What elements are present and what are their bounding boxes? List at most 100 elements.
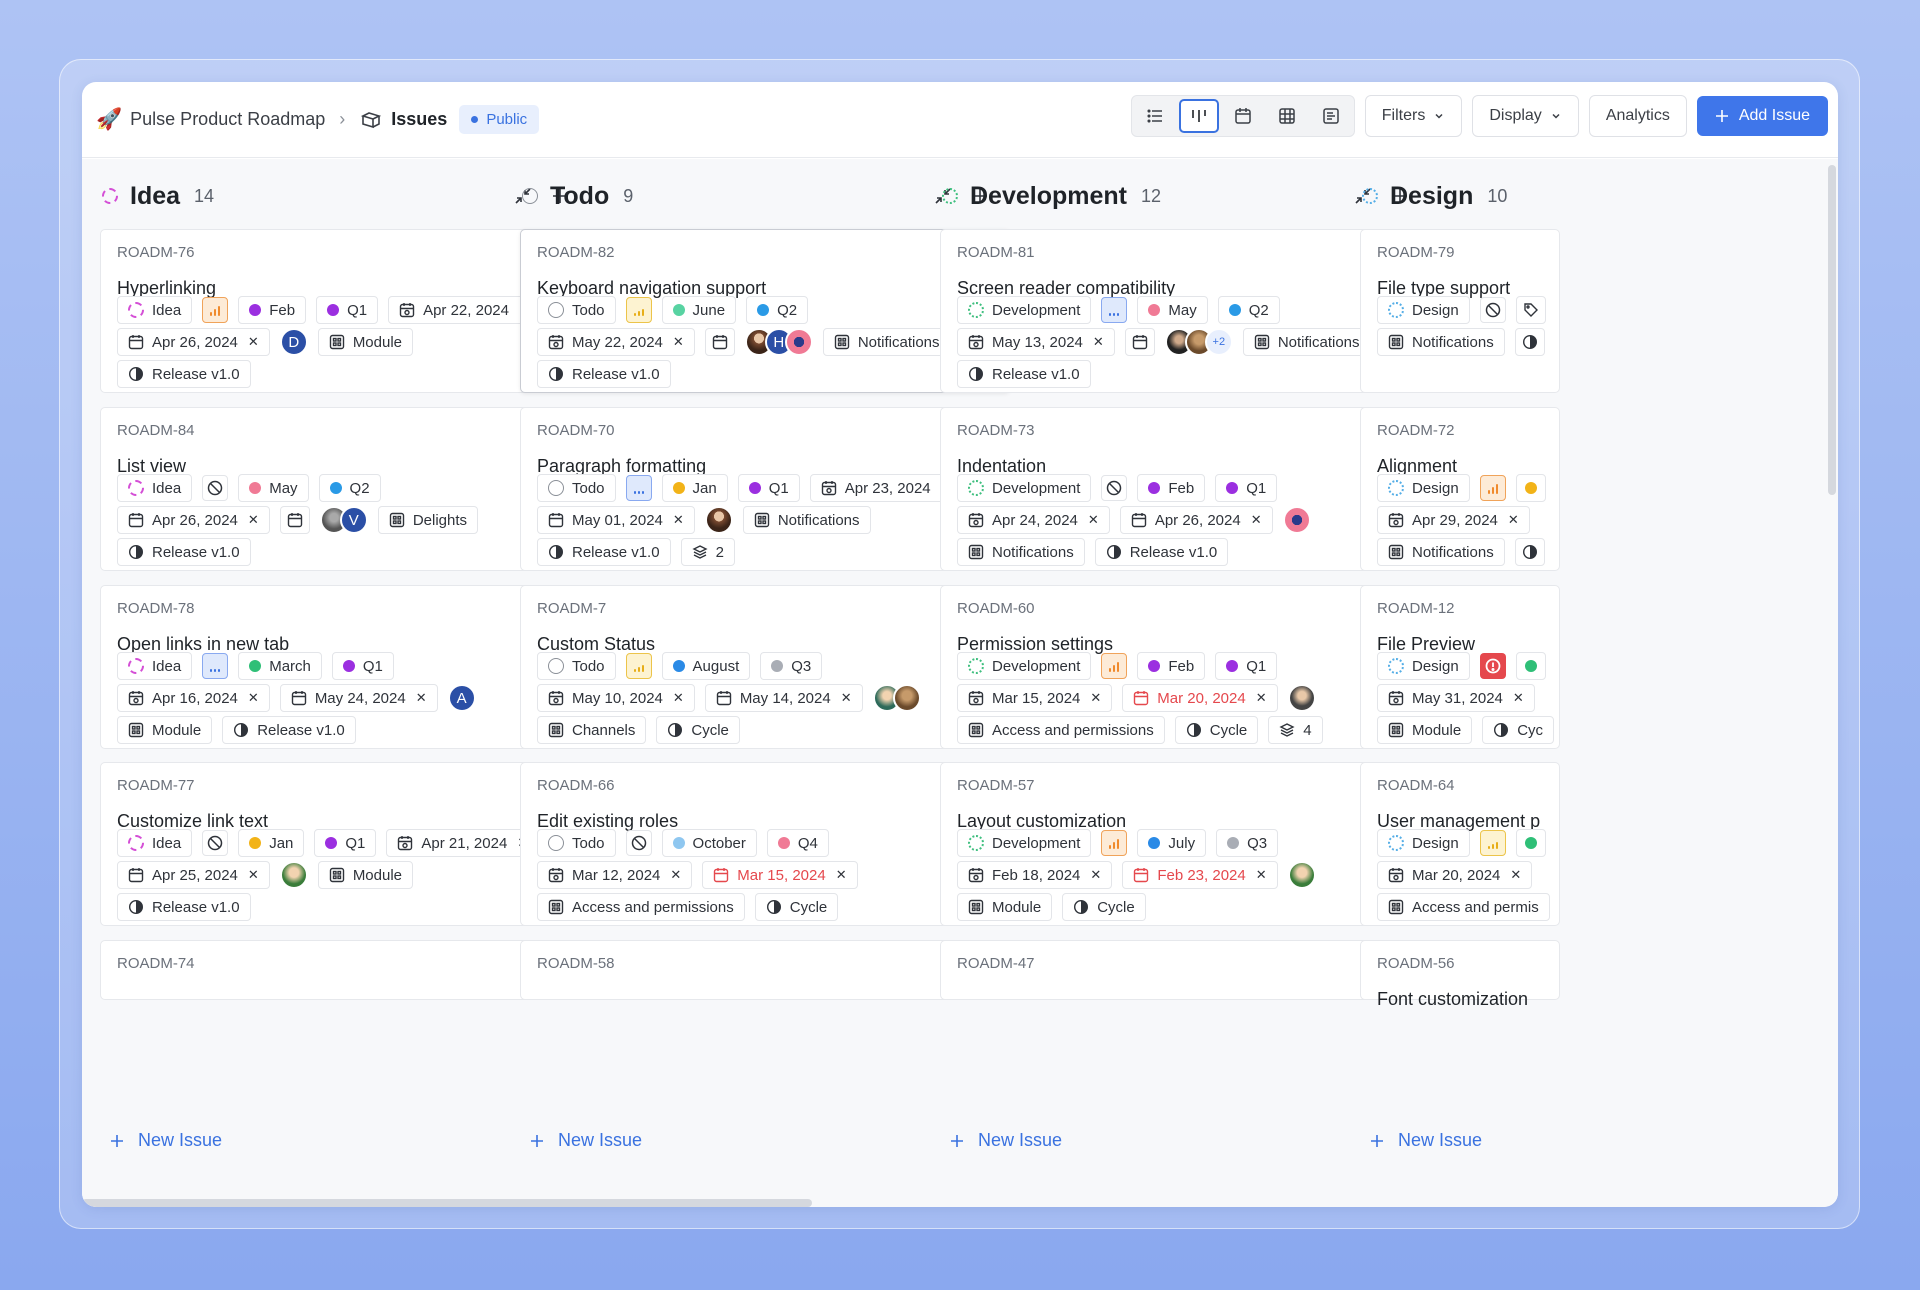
assignees[interactable]: [1287, 861, 1316, 889]
start-date-pill[interactable]: Apr 16, 2024 ✕: [117, 684, 270, 712]
label-pill[interactable]: [1515, 474, 1546, 502]
assignees[interactable]: [704, 506, 733, 534]
quarter-pill[interactable]: Q1: [316, 296, 379, 324]
label-pill[interactable]: Feb: [1137, 652, 1206, 680]
cycle-pill[interactable]: Release v1.0: [537, 360, 671, 388]
state-pill[interactable]: Design: [1377, 829, 1470, 857]
clear-icon[interactable]: ✕: [248, 334, 259, 350]
module-pill[interactable]: Access and permissions: [957, 716, 1165, 744]
start-date-pill[interactable]: Mar 15, 2024 ✕: [957, 684, 1113, 712]
state-pill[interactable]: Development: [957, 652, 1092, 680]
state-pill[interactable]: Todo: [537, 474, 616, 502]
display-button[interactable]: Display: [1472, 95, 1579, 137]
due-date-empty-pill[interactable]: [279, 506, 310, 534]
due-date-pill[interactable]: May 01, 2024 ✕: [537, 506, 695, 534]
add-issue-button[interactable]: Add Issue: [1696, 96, 1828, 136]
quarter-pill[interactable]: Q2: [1217, 296, 1280, 324]
state-pill[interactable]: Development: [957, 829, 1092, 857]
quarter-pill[interactable]: Q1: [737, 474, 800, 502]
cycle-pill[interactable]: [1514, 538, 1545, 566]
start-date-pill[interactable]: Feb 18, 2024 ✕: [957, 861, 1113, 889]
clear-icon[interactable]: ✕: [1088, 512, 1099, 528]
assignees[interactable]: A: [447, 684, 476, 712]
start-date-pill[interactable]: May 13, 2024 ✕: [957, 328, 1115, 356]
issue-card[interactable]: ROADM-12 File Preview Design May 31, 2024 ✕ M…: [1360, 585, 1560, 749]
clear-icon[interactable]: ✕: [1090, 690, 1101, 706]
label-pill[interactable]: May: [238, 474, 309, 502]
state-pill[interactable]: Todo: [537, 652, 616, 680]
new-issue-button[interactable]: New Issue: [1370, 1130, 1482, 1151]
module-pill[interactable]: Access and permissions: [537, 893, 745, 921]
clear-icon[interactable]: ✕: [836, 867, 847, 883]
label-pill[interactable]: July: [1137, 829, 1207, 857]
start-date-pill[interactable]: May 22, 2024 ✕: [537, 328, 695, 356]
label-pill[interactable]: June: [661, 296, 737, 324]
cycle-pill[interactable]: [1514, 328, 1545, 356]
state-pill[interactable]: Idea: [117, 296, 193, 324]
issue-card[interactable]: ROADM-64 User management p Design Mar 20, 2…: [1360, 762, 1560, 926]
vertical-scrollbar[interactable]: [1828, 165, 1836, 495]
start-date-pill[interactable]: Apr 29, 2024 ✕: [1377, 506, 1530, 534]
state-pill[interactable]: Todo: [537, 829, 616, 857]
clear-icon[interactable]: ✕: [673, 512, 684, 528]
cycle-pill[interactable]: Release v1.0: [1094, 538, 1229, 566]
priority-med-icon[interactable]: [1479, 830, 1506, 856]
clear-icon[interactable]: ✕: [416, 690, 427, 706]
cycle-pill[interactable]: Release v1.0: [537, 538, 671, 566]
visibility-badge[interactable]: Public: [459, 105, 540, 134]
module-pill[interactable]: Notifications: [957, 538, 1085, 566]
start-date-pill[interactable]: May 31, 2024 ✕: [1377, 684, 1535, 712]
quarter-pill[interactable]: Q1: [1215, 474, 1278, 502]
clear-icon[interactable]: ✕: [1510, 867, 1521, 883]
state-pill[interactable]: Design: [1377, 296, 1470, 324]
overdue-date-pill[interactable]: Mar 15, 2024 ✕: [702, 861, 858, 889]
assignees[interactable]: [872, 684, 921, 712]
start-date-pill[interactable]: Mar 20, 2024 ✕: [1377, 861, 1533, 889]
horizontal-scrollbar[interactable]: [82, 1199, 812, 1207]
overdue-date-pill[interactable]: Feb 23, 2024 ✕: [1122, 861, 1278, 889]
label-pill[interactable]: August: [661, 652, 751, 680]
clear-icon[interactable]: ✕: [1508, 512, 1519, 528]
module-pill[interactable]: Notifications: [1377, 538, 1505, 566]
new-issue-button[interactable]: New Issue: [950, 1130, 1062, 1151]
gantt-layout-button[interactable]: [1311, 99, 1351, 133]
state-pill[interactable]: Idea: [117, 829, 193, 857]
due-date-pill[interactable]: May 14, 2024 ✕: [704, 684, 863, 712]
state-pill[interactable]: Todo: [537, 296, 616, 324]
cycle-pill[interactable]: Release v1.0: [117, 893, 251, 921]
priority-none-icon[interactable]: [202, 475, 229, 501]
priority-high-icon[interactable]: [202, 297, 229, 323]
label-pill[interactable]: Feb: [1137, 474, 1206, 502]
start-date-pill[interactable]: May 10, 2024 ✕: [537, 684, 695, 712]
spreadsheet-layout-button[interactable]: [1267, 99, 1307, 133]
module-pill[interactable]: Module: [1377, 716, 1473, 744]
label-pill[interactable]: Feb: [238, 296, 307, 324]
assignees[interactable]: [1287, 684, 1316, 712]
priority-high-icon[interactable]: [1101, 830, 1128, 856]
priority-med-icon[interactable]: [625, 297, 652, 323]
quarter-pill[interactable]: Q3: [760, 652, 823, 680]
clear-icon[interactable]: ✕: [1090, 867, 1101, 883]
state-pill[interactable]: Development: [957, 474, 1092, 502]
assignees[interactable]: +2: [1164, 328, 1233, 356]
priority-urgent-icon[interactable]: [1479, 653, 1506, 679]
state-pill[interactable]: Idea: [117, 474, 193, 502]
due-date-empty-pill[interactable]: [1124, 328, 1155, 356]
state-pill[interactable]: Development: [957, 296, 1092, 324]
sub-issues-pill[interactable]: 4: [1268, 716, 1323, 744]
quarter-pill[interactable]: Q2: [318, 474, 381, 502]
start-date-pill[interactable]: Apr 24, 2024 ✕: [957, 506, 1110, 534]
analytics-button[interactable]: Analytics: [1588, 95, 1687, 137]
clear-icon[interactable]: ✕: [670, 867, 681, 883]
new-issue-button[interactable]: New Issue: [530, 1130, 642, 1151]
kanban-layout-button[interactable]: [1178, 99, 1219, 133]
clear-icon[interactable]: ✕: [248, 512, 259, 528]
clear-icon[interactable]: ✕: [673, 690, 684, 706]
state-pill[interactable]: Idea: [117, 652, 193, 680]
label-pill[interactable]: May: [1137, 296, 1208, 324]
due-date-empty-pill[interactable]: [704, 328, 735, 356]
priority-low-icon[interactable]: [202, 653, 229, 679]
due-date-pill[interactable]: Apr 26, 2024 ✕: [117, 506, 270, 534]
quarter-pill[interactable]: Q4: [766, 829, 829, 857]
due-date-pill[interactable]: Apr 26, 2024 ✕: [1119, 506, 1273, 534]
